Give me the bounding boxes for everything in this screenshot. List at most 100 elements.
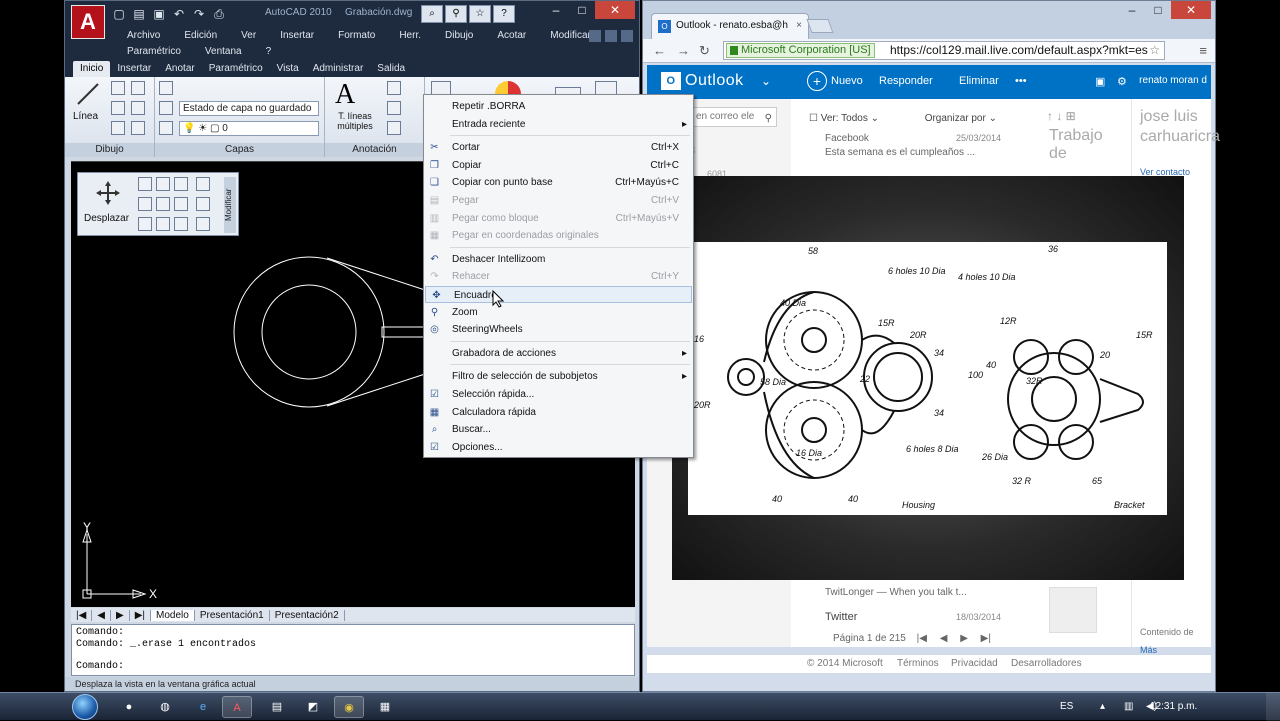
menu-item-6[interactable]: Dibujo	[433, 30, 485, 41]
line-button[interactable]: Línea	[73, 111, 98, 122]
show-hidden-icons-icon[interactable]: ▴	[1100, 701, 1105, 712]
next-layout-icon[interactable]: ▶	[111, 609, 130, 621]
first-layout-icon[interactable]: |◀	[71, 609, 93, 621]
mtext-icon[interactable]: A	[335, 79, 355, 111]
menu-item-0[interactable]: Paramétrico	[115, 46, 193, 57]
mtext-button[interactable]: T. líneas múltiples	[327, 111, 383, 131]
panel-label-anotacion[interactable]: Anotación	[325, 143, 424, 157]
new-button[interactable]: Nuevo	[831, 75, 863, 87]
context-menu-item[interactable]: ✂ Cortar Ctrl+X	[424, 139, 693, 156]
menu-item-7[interactable]: Acotar	[485, 30, 538, 41]
ribbon-tab-5[interactable]: Administrar	[306, 61, 371, 77]
context-menu-item[interactable]: Filtro de selección de subobjetos ▸	[424, 368, 693, 385]
open-file-icon[interactable]: ▤	[131, 6, 147, 22]
polyline-icon[interactable]	[111, 81, 125, 95]
autocad-taskbar-icon[interactable]: A	[222, 696, 252, 718]
menu-item-1[interactable]: Edición	[172, 30, 229, 41]
user-name[interactable]: renato moran d	[1139, 75, 1207, 86]
internet-explorer-icon[interactable]: e	[188, 696, 218, 718]
tab-presentacion2[interactable]: Presentación2	[270, 609, 345, 621]
language-indicator[interactable]: ES	[1060, 701, 1073, 712]
menu-item-4[interactable]: Formato	[326, 30, 387, 41]
hatch-icon[interactable]	[131, 121, 145, 135]
ellipse-icon[interactable]	[111, 121, 125, 135]
new-tab-button[interactable]	[806, 19, 834, 33]
message-from[interactable]: Twitter	[825, 611, 857, 623]
reading-pane-nav[interactable]: ↑ ↓ ⊞	[1047, 109, 1076, 123]
chrome-taskbar-icon[interactable]: ◉	[334, 696, 364, 718]
context-menu-item[interactable]: Entrada reciente ▸	[424, 116, 693, 133]
bookmark-star-icon[interactable]: ☆	[1149, 42, 1160, 59]
ev-certificate-badge[interactable]: Microsoft Corporation [US]	[726, 43, 875, 58]
maximize-icon[interactable]: □	[1145, 1, 1171, 19]
app-taskbar-icon[interactable]: ◩	[298, 696, 328, 718]
layer-freeze-icon[interactable]	[159, 101, 173, 115]
maximize-icon[interactable]: □	[569, 1, 595, 19]
chat-icon[interactable]: ▣	[1095, 75, 1105, 88]
ribbon-tab-2[interactable]: Anotar	[158, 61, 201, 77]
ribbon-tab-0[interactable]: Inicio	[73, 61, 111, 77]
tab-presentacion1[interactable]: Presentación1	[195, 609, 270, 621]
context-menu-item[interactable]: ☑ Opciones...	[424, 439, 693, 456]
context-menu-item[interactable]: ☑ Selección rápida...	[424, 386, 693, 403]
table-icon[interactable]	[387, 121, 401, 135]
message-from[interactable]: Facebook	[825, 133, 869, 144]
new-file-icon[interactable]: ▢	[111, 6, 127, 22]
context-menu-item[interactable]: ▦ Calculadora rápida	[424, 404, 693, 421]
menu-item-2[interactable]: ?	[254, 46, 284, 57]
search-icon[interactable]: ⚲	[445, 5, 467, 23]
context-menu-item[interactable]: ↶ Deshacer Intellizoom	[424, 251, 693, 268]
start-button[interactable]	[70, 693, 100, 721]
doc-minimize-icon[interactable]	[589, 30, 601, 42]
back-icon[interactable]: ←	[653, 43, 666, 58]
menu-item-2[interactable]: Ver	[229, 30, 268, 41]
last-page-icon[interactable]: ▶|	[981, 633, 991, 644]
ribbon-tab-1[interactable]: Insertar	[110, 61, 158, 77]
menu-item-3[interactable]: Insertar	[268, 30, 326, 41]
menu-item-1[interactable]: Ventana	[193, 46, 254, 57]
binoculars-icon[interactable]: ⌕	[421, 5, 443, 23]
app-switcher-chevron-icon[interactable]: ⌄	[761, 74, 771, 88]
context-menu-item[interactable]: ⌕ Buscar...	[424, 421, 693, 438]
menu-item-0[interactable]: Archivo	[115, 30, 172, 41]
context-menu-item[interactable]: Grabadora de acciones ▸	[424, 345, 693, 362]
sort-dropdown[interactable]: Organizar por ⌄	[925, 113, 997, 124]
ribbon-tab-6[interactable]: Salida	[370, 61, 412, 77]
arc-icon[interactable]	[131, 81, 145, 95]
star-icon[interactable]: ☆	[469, 5, 491, 23]
layer-properties-icon[interactable]	[159, 81, 173, 95]
filter-dropdown[interactable]: ☐ Ver: Todos ⌄	[809, 113, 879, 124]
folder-taskbar-icon[interactable]: ▤	[262, 696, 292, 718]
layer-state-combo[interactable]: Estado de capa no guardado	[179, 101, 319, 116]
first-page-icon[interactable]: |◀	[917, 633, 927, 644]
last-layout-icon[interactable]: ▶|	[130, 609, 151, 621]
panel-label-capas[interactable]: Capas	[155, 143, 324, 157]
leader-icon[interactable]	[387, 101, 401, 115]
tab-modelo[interactable]: Modelo	[151, 609, 195, 621]
rectangle-icon[interactable]	[131, 101, 145, 115]
context-menu-item[interactable]: Repetir .BORRA	[424, 98, 693, 115]
autocad-app-button[interactable]: A	[71, 5, 105, 39]
context-menu-item[interactable]: ⚲ Zoom	[424, 304, 693, 321]
close-icon[interactable]: ✕	[1171, 1, 1211, 19]
command-input[interactable]: Comando:	[76, 661, 124, 673]
layer-match-icon[interactable]	[159, 121, 173, 135]
context-menu-item[interactable]: ▦ Pegar en coordenadas originales	[424, 227, 693, 244]
next-page-icon[interactable]: ▶	[960, 633, 968, 644]
minimize-icon[interactable]: –	[543, 1, 569, 19]
message-from[interactable]: TwitLonger — When you talk t...	[825, 587, 967, 598]
circle-icon[interactable]	[111, 101, 125, 115]
tab-outlook[interactable]: O Outlook - renato.esba@h ×	[651, 13, 809, 39]
redo-icon[interactable]: ↷	[191, 6, 207, 22]
outlook-logo[interactable]: O Outlook	[661, 72, 744, 90]
show-desktop-button[interactable]	[1266, 693, 1280, 721]
address-bar[interactable]: Microsoft Corporation [US] https://col12…	[723, 41, 1165, 60]
context-menu-item[interactable]: ❏ Copiar con punto base Ctrl+Mayús+C	[424, 174, 693, 191]
footer-privacy-link[interactable]: Privacidad	[951, 658, 998, 669]
explorer-icon[interactable]: ◍	[150, 696, 180, 718]
forward-icon[interactable]: →	[677, 43, 690, 58]
clock[interactable]: 12:31 p.m.	[1150, 701, 1197, 712]
undo-icon[interactable]: ↶	[171, 6, 187, 22]
message-subject[interactable]: Esta semana es el cumpleaños ...	[825, 147, 975, 158]
ribbon-tab-4[interactable]: Vista	[270, 61, 306, 77]
